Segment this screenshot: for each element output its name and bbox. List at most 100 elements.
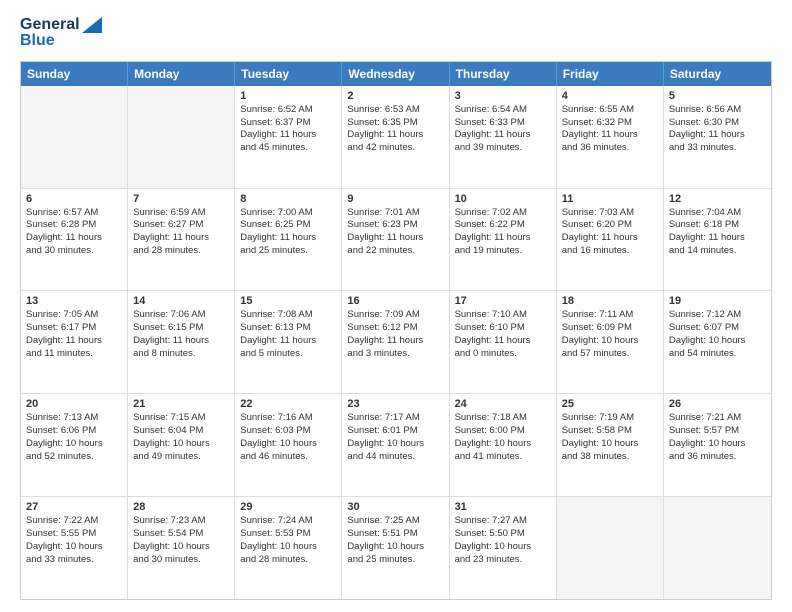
cell-info-line: and 28 minutes. bbox=[240, 554, 336, 567]
day-number: 6 bbox=[26, 193, 122, 205]
calendar-cell: 17Sunrise: 7:10 AMSunset: 6:10 PMDayligh… bbox=[450, 291, 557, 393]
cell-info-line: Daylight: 11 hours bbox=[133, 232, 229, 245]
cell-info-line: Daylight: 11 hours bbox=[26, 232, 122, 245]
cell-info-line: Daylight: 11 hours bbox=[562, 232, 658, 245]
cell-info-line: and 25 minutes. bbox=[347, 554, 443, 567]
day-header-saturday: Saturday bbox=[664, 62, 771, 86]
cell-info-line: Sunrise: 6:56 AM bbox=[669, 104, 766, 117]
cell-info-line: Daylight: 10 hours bbox=[455, 541, 551, 554]
cell-info-line: Sunrise: 7:21 AM bbox=[669, 412, 766, 425]
calendar-cell bbox=[557, 497, 664, 599]
cell-info-line: Sunset: 6:09 PM bbox=[562, 322, 658, 335]
cell-info-line: Daylight: 10 hours bbox=[26, 438, 122, 451]
cell-info-line: Sunrise: 7:09 AM bbox=[347, 309, 443, 322]
calendar-cell bbox=[128, 86, 235, 188]
cell-info-line: Daylight: 10 hours bbox=[133, 438, 229, 451]
day-number: 15 bbox=[240, 295, 336, 307]
day-number: 8 bbox=[240, 193, 336, 205]
cell-info-line: Daylight: 10 hours bbox=[133, 541, 229, 554]
cell-info-line: Sunset: 6:33 PM bbox=[455, 117, 551, 130]
day-number: 31 bbox=[455, 501, 551, 513]
calendar-header-row: SundayMondayTuesdayWednesdayThursdayFrid… bbox=[21, 62, 771, 86]
cell-info-line: Sunset: 6:07 PM bbox=[669, 322, 766, 335]
cell-info-line: Sunrise: 7:23 AM bbox=[133, 515, 229, 528]
cell-info-line: Daylight: 10 hours bbox=[669, 438, 766, 451]
cell-info-line: and 45 minutes. bbox=[240, 142, 336, 155]
logo-arrow-icon bbox=[82, 17, 102, 33]
calendar-cell bbox=[664, 497, 771, 599]
cell-info-line: and 19 minutes. bbox=[455, 245, 551, 258]
day-number: 1 bbox=[240, 90, 336, 102]
day-header-wednesday: Wednesday bbox=[342, 62, 449, 86]
cell-info-line: Daylight: 10 hours bbox=[347, 438, 443, 451]
cell-info-line: and 57 minutes. bbox=[562, 348, 658, 361]
calendar-cell: 10Sunrise: 7:02 AMSunset: 6:22 PMDayligh… bbox=[450, 189, 557, 291]
cell-info-line: and 41 minutes. bbox=[455, 451, 551, 464]
cell-info-line: Daylight: 11 hours bbox=[455, 232, 551, 245]
cell-info-line: Sunrise: 7:22 AM bbox=[26, 515, 122, 528]
cell-info-line: and 5 minutes. bbox=[240, 348, 336, 361]
cell-info-line: and 0 minutes. bbox=[455, 348, 551, 361]
day-number: 28 bbox=[133, 501, 229, 513]
cell-info-line: and 11 minutes. bbox=[26, 348, 122, 361]
calendar-cell: 27Sunrise: 7:22 AMSunset: 5:55 PMDayligh… bbox=[21, 497, 128, 599]
calendar-week-1: 1Sunrise: 6:52 AMSunset: 6:37 PMDaylight… bbox=[21, 86, 771, 188]
cell-info-line: and 36 minutes. bbox=[562, 142, 658, 155]
cell-info-line: and 23 minutes. bbox=[455, 554, 551, 567]
cell-info-line: Sunrise: 7:13 AM bbox=[26, 412, 122, 425]
cell-info-line: Sunset: 5:57 PM bbox=[669, 425, 766, 438]
day-number: 9 bbox=[347, 193, 443, 205]
calendar-cell: 30Sunrise: 7:25 AMSunset: 5:51 PMDayligh… bbox=[342, 497, 449, 599]
logo: General Blue bbox=[20, 16, 102, 51]
cell-info-line: Sunrise: 6:53 AM bbox=[347, 104, 443, 117]
cell-info-line: Daylight: 11 hours bbox=[133, 335, 229, 348]
cell-info-line: Sunrise: 7:15 AM bbox=[133, 412, 229, 425]
cell-info-line: Sunrise: 7:01 AM bbox=[347, 207, 443, 220]
cell-info-line: Sunset: 6:18 PM bbox=[669, 219, 766, 232]
cell-info-line: and 38 minutes. bbox=[562, 451, 658, 464]
cell-info-line: and 14 minutes. bbox=[669, 245, 766, 258]
calendar-cell: 26Sunrise: 7:21 AMSunset: 5:57 PMDayligh… bbox=[664, 394, 771, 496]
cell-info-line: and 49 minutes. bbox=[133, 451, 229, 464]
day-number: 16 bbox=[347, 295, 443, 307]
cell-info-line: Sunrise: 7:24 AM bbox=[240, 515, 336, 528]
day-header-sunday: Sunday bbox=[21, 62, 128, 86]
calendar-cell: 4Sunrise: 6:55 AMSunset: 6:32 PMDaylight… bbox=[557, 86, 664, 188]
cell-info-line: Sunset: 6:06 PM bbox=[26, 425, 122, 438]
cell-info-line: Sunrise: 7:16 AM bbox=[240, 412, 336, 425]
calendar-cell: 5Sunrise: 6:56 AMSunset: 6:30 PMDaylight… bbox=[664, 86, 771, 188]
day-header-thursday: Thursday bbox=[450, 62, 557, 86]
calendar-cell: 22Sunrise: 7:16 AMSunset: 6:03 PMDayligh… bbox=[235, 394, 342, 496]
cell-info-line: Sunset: 6:20 PM bbox=[562, 219, 658, 232]
day-number: 20 bbox=[26, 398, 122, 410]
calendar-cell: 6Sunrise: 6:57 AMSunset: 6:28 PMDaylight… bbox=[21, 189, 128, 291]
cell-info-line: Sunrise: 7:08 AM bbox=[240, 309, 336, 322]
day-number: 12 bbox=[669, 193, 766, 205]
day-number: 7 bbox=[133, 193, 229, 205]
cell-info-line: Daylight: 10 hours bbox=[562, 438, 658, 451]
cell-info-line: Sunset: 6:00 PM bbox=[455, 425, 551, 438]
cell-info-line: and 46 minutes. bbox=[240, 451, 336, 464]
cell-info-line: Sunrise: 6:59 AM bbox=[133, 207, 229, 220]
cell-info-line: Sunset: 5:50 PM bbox=[455, 528, 551, 541]
day-header-tuesday: Tuesday bbox=[235, 62, 342, 86]
calendar-week-3: 13Sunrise: 7:05 AMSunset: 6:17 PMDayligh… bbox=[21, 290, 771, 393]
day-number: 21 bbox=[133, 398, 229, 410]
calendar: SundayMondayTuesdayWednesdayThursdayFrid… bbox=[20, 61, 772, 600]
cell-info-line: Daylight: 10 hours bbox=[347, 541, 443, 554]
cell-info-line: Sunrise: 7:05 AM bbox=[26, 309, 122, 322]
day-number: 19 bbox=[669, 295, 766, 307]
cell-info-line: Sunrise: 7:12 AM bbox=[669, 309, 766, 322]
cell-info-line: and 28 minutes. bbox=[133, 245, 229, 258]
logo-container: General Blue bbox=[20, 16, 102, 51]
calendar-cell: 21Sunrise: 7:15 AMSunset: 6:04 PMDayligh… bbox=[128, 394, 235, 496]
cell-info-line: and 33 minutes. bbox=[26, 554, 122, 567]
day-number: 2 bbox=[347, 90, 443, 102]
cell-info-line: Daylight: 11 hours bbox=[240, 232, 336, 245]
cell-info-line: Daylight: 11 hours bbox=[669, 129, 766, 142]
calendar-cell: 2Sunrise: 6:53 AMSunset: 6:35 PMDaylight… bbox=[342, 86, 449, 188]
cell-info-line: and 16 minutes. bbox=[562, 245, 658, 258]
day-number: 4 bbox=[562, 90, 658, 102]
cell-info-line: Sunset: 6:30 PM bbox=[669, 117, 766, 130]
cell-info-line: Sunrise: 7:10 AM bbox=[455, 309, 551, 322]
